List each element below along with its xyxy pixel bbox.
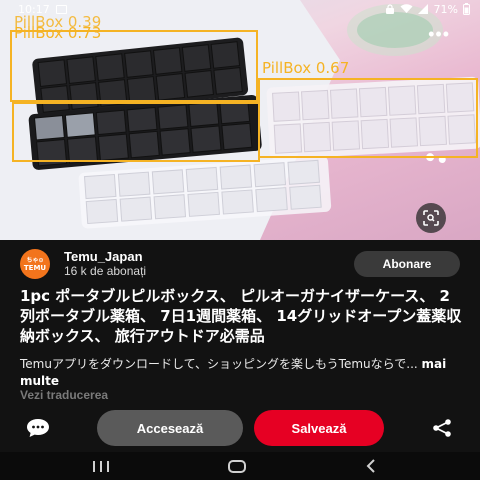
visit-button[interactable]: Accesează — [97, 410, 243, 446]
status-icons: 71% — [385, 3, 470, 16]
more-options-icon[interactable]: ••• — [428, 24, 450, 45]
creator-name[interactable]: Temu_Japan — [64, 249, 146, 264]
action-bar: Accesează Salvează — [0, 408, 480, 446]
subscribe-button[interactable]: Abonare — [354, 251, 460, 277]
see-translation-link[interactable]: Vezi traducerea — [20, 388, 108, 402]
lock-icon — [385, 4, 394, 14]
creator-row: ちゃ⊙ TEMU Temu_Japan 16 k de abonați Abon… — [20, 249, 460, 279]
detection-label-3: PillBox 0.67 — [262, 59, 350, 77]
pin-description: Temuアプリをダウンロードして、ショッピングを楽しもうTemuならで... m… — [20, 356, 462, 390]
avatar-bottom-text: TEMU — [23, 263, 47, 272]
battery-level: 71% — [433, 2, 458, 16]
description-text: Temuアプリをダウンロードして、ショッピングを楽しもうTemuならで... — [20, 357, 418, 371]
status-bar: 10:17 71% — [0, 0, 480, 18]
save-button[interactable]: Salvează — [254, 410, 384, 446]
recent-apps-icon[interactable] — [93, 461, 109, 472]
visual-search-button[interactable] — [416, 203, 446, 233]
home-icon[interactable] — [228, 460, 246, 473]
status-time: 10:17 — [18, 2, 50, 16]
wifi-icon — [400, 4, 413, 13]
signal-icon — [417, 4, 428, 14]
avatar[interactable]: ちゃ⊙ TEMU — [20, 249, 50, 279]
system-nav-bar — [0, 452, 480, 480]
avatar-top-text: ちゃ⊙ — [26, 256, 44, 264]
share-icon[interactable] — [432, 419, 452, 437]
pin-image[interactable]: PillBox 0.39 PillBox 0.73 PillBox 0.67 •… — [0, 0, 480, 240]
detection-box-pillbox-3 — [258, 78, 478, 158]
detection-box-pillbox-2 — [12, 102, 260, 162]
pin-title: 1pc ポータブルピルボックス、 ピルオーガナイザーケース、 2列ポータブル薬箱… — [20, 287, 462, 345]
battery-icon — [463, 3, 470, 15]
back-icon[interactable] — [366, 459, 376, 473]
subscriber-count: 16 k de abonați — [64, 264, 147, 278]
comment-icon[interactable] — [26, 418, 50, 438]
image-icon — [55, 4, 67, 14]
creator-info[interactable]: Temu_Japan 16 k de abonați — [64, 249, 146, 279]
detection-label-2: PillBox 0.73 — [14, 24, 102, 42]
lens-scan-icon — [423, 210, 439, 226]
